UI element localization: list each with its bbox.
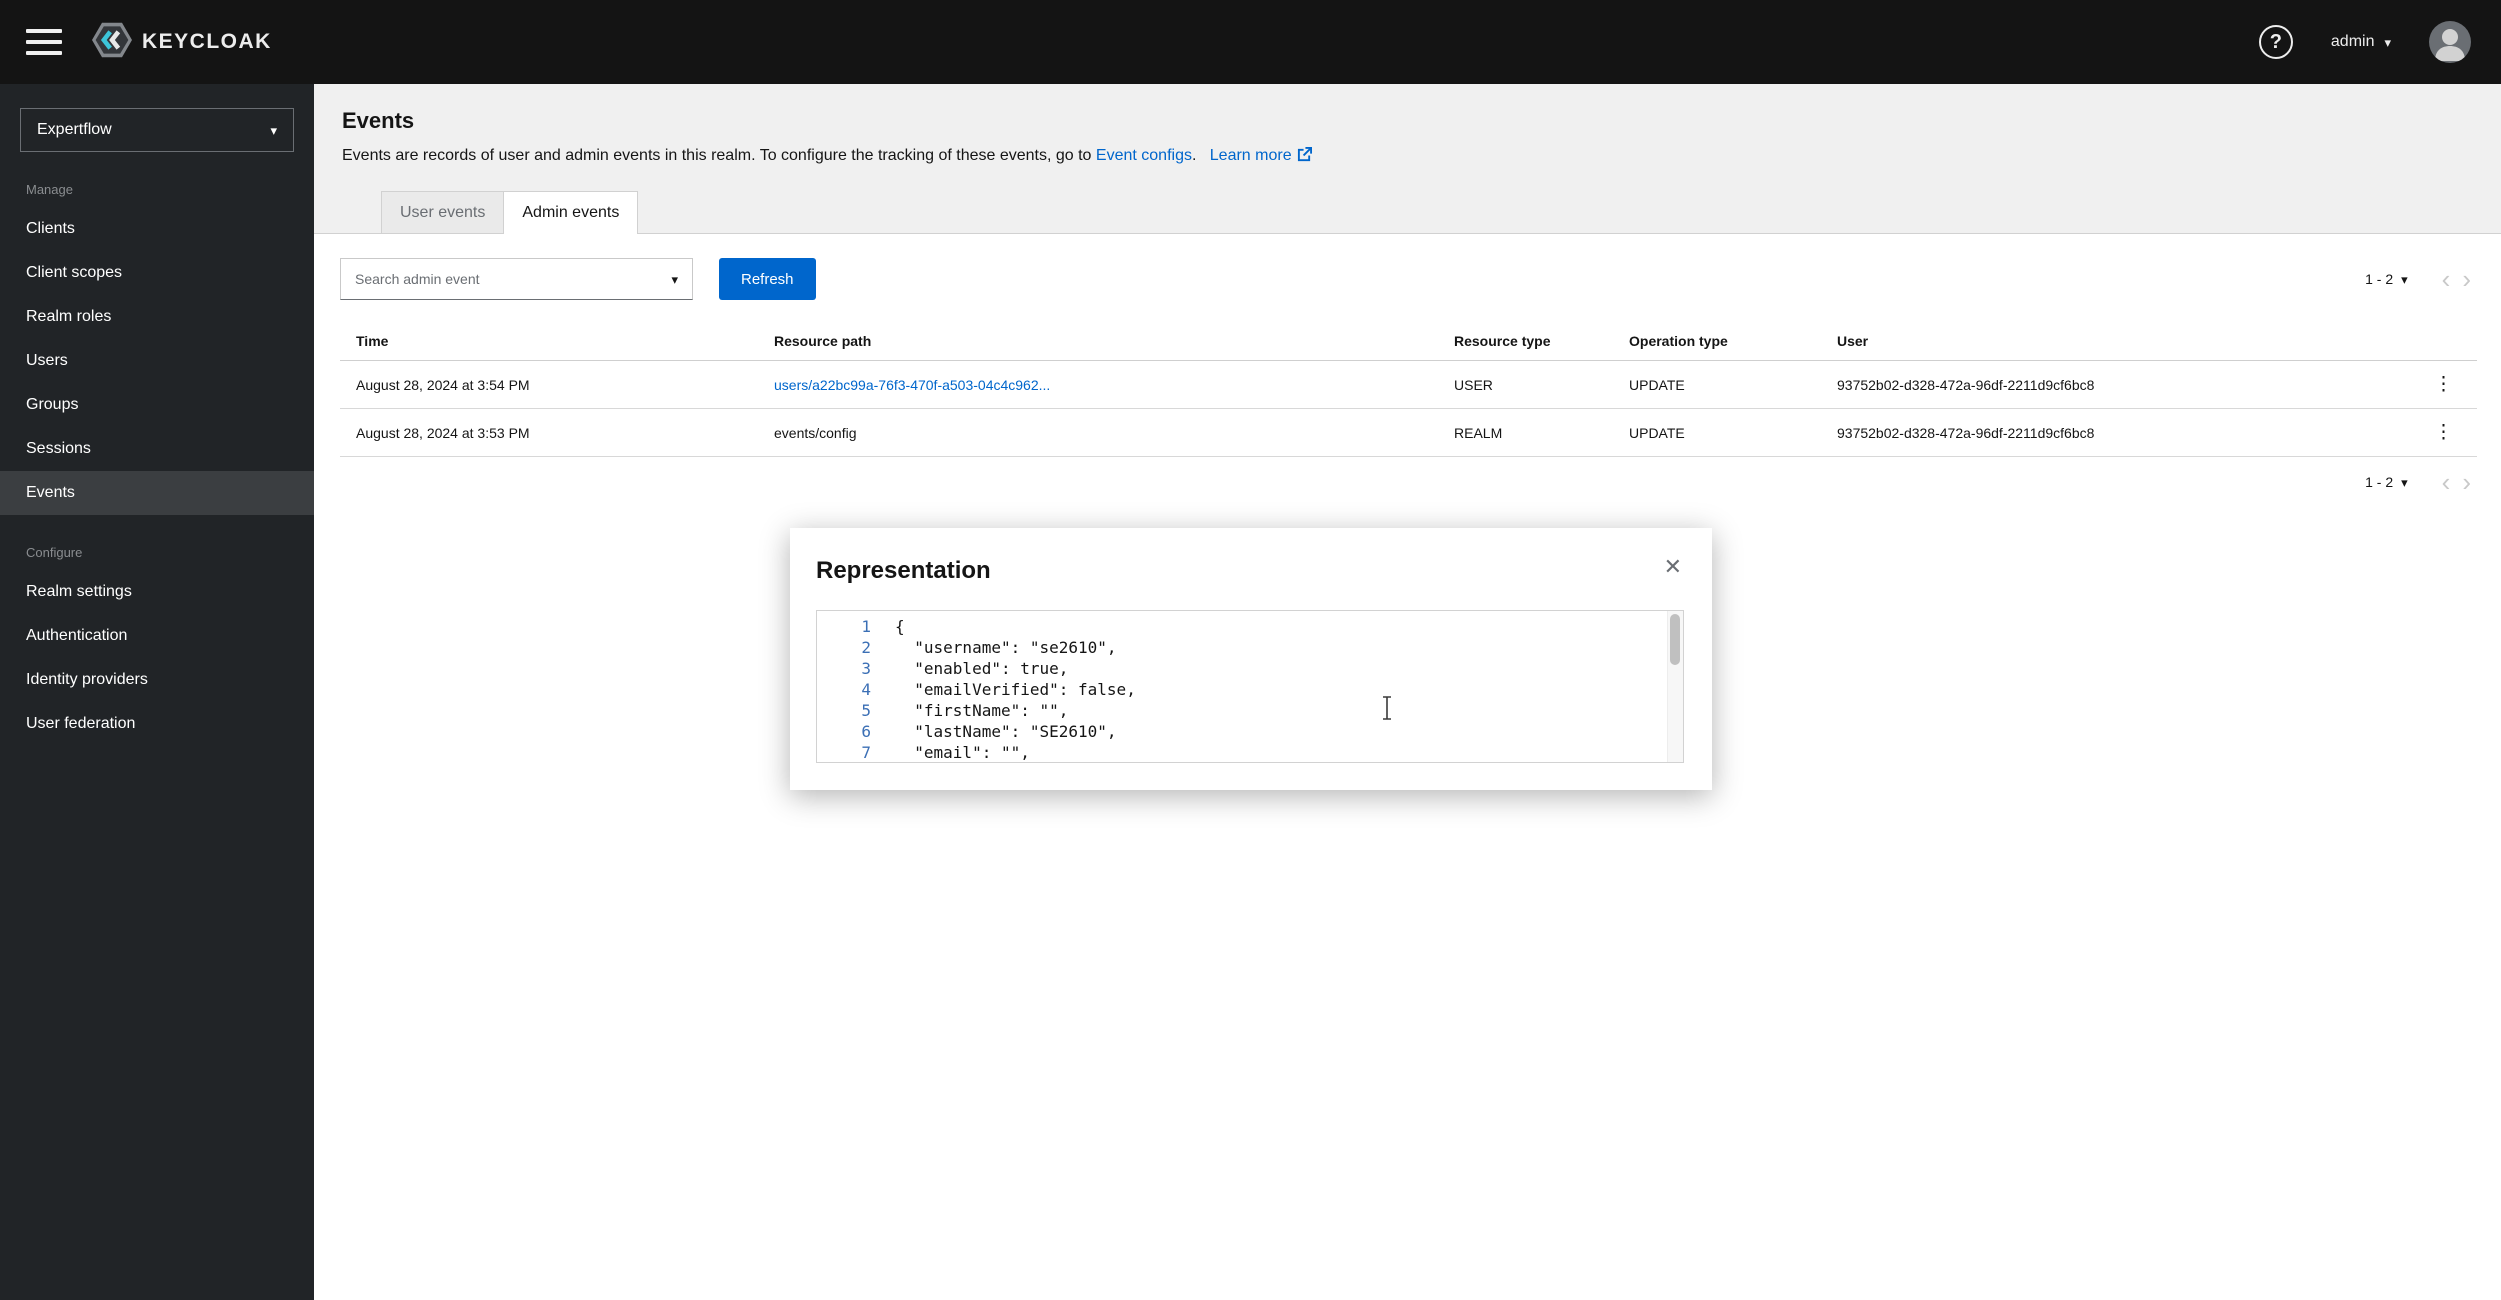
user-menu-dropdown[interactable]: admin ▾ bbox=[2331, 33, 2391, 51]
chevron-down-icon: ▾ bbox=[2384, 36, 2391, 49]
hamburger-menu-icon[interactable] bbox=[26, 29, 62, 55]
cell-user: 93752b02-d328-472a-96df-2211d9cf6bc8 bbox=[1821, 361, 2410, 409]
learn-more-link[interactable]: Learn more bbox=[1210, 147, 1312, 164]
code-line: 7 "email": "", bbox=[817, 742, 1683, 763]
sidebar-item-client-scopes[interactable]: Client scopes bbox=[0, 251, 314, 295]
resource-path-link[interactable]: users/a22bc99a-76f3-470f-a503-04c4c962..… bbox=[774, 377, 1050, 393]
editor-scrollbar-thumb[interactable] bbox=[1670, 614, 1680, 665]
chevron-down-icon: ▾ bbox=[2401, 476, 2408, 489]
modal-title: Representation bbox=[816, 556, 1684, 586]
cell-operation-type: UPDATE bbox=[1613, 361, 1821, 409]
pagination-range: 1 - 2 bbox=[2365, 271, 2393, 287]
username-label: admin bbox=[2331, 33, 2375, 51]
page-description: Events are records of user and admin eve… bbox=[314, 147, 2501, 167]
chevron-down-icon: ▾ bbox=[671, 273, 678, 286]
cell-resource-type: USER bbox=[1438, 361, 1613, 409]
col-header-resource-type: Resource type bbox=[1438, 320, 1613, 361]
nav-section-configure: Configure bbox=[0, 515, 314, 570]
pagination-range-dropdown[interactable]: 1 - 2 ▾ bbox=[2365, 271, 2408, 287]
page-title: Events bbox=[314, 108, 2501, 134]
code-line: 3 "enabled": true, bbox=[817, 658, 1683, 679]
tab-bar: User events Admin events bbox=[314, 191, 2501, 234]
sidebar-item-realm-roles[interactable]: Realm roles bbox=[0, 295, 314, 339]
sidebar-item-users[interactable]: Users bbox=[0, 339, 314, 383]
sidebar-item-user-federation[interactable]: User federation bbox=[0, 702, 314, 746]
sidebar-item-groups[interactable]: Groups bbox=[0, 383, 314, 427]
tab-user-events[interactable]: User events bbox=[381, 191, 504, 233]
pagination-range: 1 - 2 bbox=[2365, 474, 2393, 490]
cell-resource-path: users/a22bc99a-76f3-470f-a503-04c4c962..… bbox=[758, 361, 1438, 409]
description-suffix: . bbox=[1192, 147, 1196, 164]
col-header-resource-path: Resource path bbox=[758, 320, 1438, 361]
code-line: 6 "lastName": "SE2610", bbox=[817, 721, 1683, 742]
cell-operation-type: UPDATE bbox=[1613, 409, 1821, 457]
cell-time: August 28, 2024 at 3:54 PM bbox=[340, 361, 758, 409]
avatar[interactable] bbox=[2429, 21, 2471, 63]
admin-events-table: Time Resource path Resource type Operati… bbox=[340, 320, 2477, 457]
pagination-range-dropdown[interactable]: 1 - 2 ▾ bbox=[2365, 474, 2408, 490]
chevron-down-icon: ▾ bbox=[270, 124, 277, 137]
sidebar-item-identity-providers[interactable]: Identity providers bbox=[0, 658, 314, 702]
kebab-menu-icon[interactable]: ⋮ bbox=[2426, 421, 2461, 444]
sidebar-item-events[interactable]: Events bbox=[0, 471, 314, 515]
pagination-bottom: 1 - 2 ▾ ‹ › bbox=[340, 469, 2477, 495]
sidebar-nav: Expertflow ▾ Manage Clients Client scope… bbox=[0, 84, 314, 1300]
pagination-next-icon[interactable]: › bbox=[2456, 266, 2477, 292]
cell-user: 93752b02-d328-472a-96df-2211d9cf6bc8 bbox=[1821, 409, 2410, 457]
table-row: August 28, 2024 at 3:54 PM users/a22bc99… bbox=[340, 361, 2477, 409]
pagination-prev-icon[interactable]: ‹ bbox=[2436, 469, 2457, 495]
search-admin-event-dropdown[interactable]: Search admin event ▾ bbox=[340, 258, 693, 300]
col-header-time: Time bbox=[340, 320, 758, 361]
code-line: 2 "username": "se2610", bbox=[817, 637, 1683, 658]
representation-code-editor[interactable]: 1{ 2 "username": "se2610", 3 "enabled": … bbox=[816, 610, 1684, 763]
realm-name: Expertflow bbox=[37, 121, 112, 139]
cell-resource-path: events/config bbox=[758, 409, 1438, 457]
cell-time: August 28, 2024 at 3:53 PM bbox=[340, 409, 758, 457]
close-icon[interactable]: ✕ bbox=[1664, 554, 1682, 580]
refresh-button[interactable]: Refresh bbox=[719, 258, 816, 300]
brand-name: KEYCLOAK bbox=[142, 30, 272, 54]
table-header-row: Time Resource path Resource type Operati… bbox=[340, 320, 2477, 361]
col-header-actions bbox=[2410, 320, 2477, 361]
kebab-menu-icon[interactable]: ⋮ bbox=[2426, 373, 2461, 396]
chevron-down-icon: ▾ bbox=[2401, 273, 2408, 286]
search-placeholder: Search admin event bbox=[355, 271, 480, 287]
description-text: Events are records of user and admin eve… bbox=[342, 147, 1091, 164]
page-header: Events Events are records of user and ad… bbox=[314, 84, 2501, 234]
sidebar-item-authentication[interactable]: Authentication bbox=[0, 614, 314, 658]
code-line: 1{ bbox=[817, 616, 1683, 637]
masthead: KEYCLOAK ? admin ▾ bbox=[0, 0, 2501, 84]
col-header-user: User bbox=[1821, 320, 2410, 361]
keycloak-logo-icon bbox=[92, 22, 132, 63]
code-line: 5 "firstName": "", bbox=[817, 700, 1683, 721]
pagination-top: 1 - 2 ▾ ‹ › bbox=[2365, 266, 2477, 292]
col-header-operation-type: Operation type bbox=[1613, 320, 1821, 361]
keycloak-logo: KEYCLOAK bbox=[92, 22, 272, 63]
nav-section-manage: Manage bbox=[0, 152, 314, 207]
tab-admin-events[interactable]: Admin events bbox=[503, 191, 638, 234]
code-line: 4 "emailVerified": false, bbox=[817, 679, 1683, 700]
sidebar-item-sessions[interactable]: Sessions bbox=[0, 427, 314, 471]
pagination-next-icon[interactable]: › bbox=[2456, 469, 2477, 495]
external-link-icon bbox=[1297, 147, 1312, 167]
cell-resource-type: REALM bbox=[1438, 409, 1613, 457]
sidebar-item-realm-settings[interactable]: Realm settings bbox=[0, 570, 314, 614]
help-icon[interactable]: ? bbox=[2259, 25, 2293, 59]
table-row: August 28, 2024 at 3:53 PM events/config… bbox=[340, 409, 2477, 457]
representation-modal: Representation ✕ 1{ 2 "username": "se261… bbox=[790, 528, 1712, 790]
realm-selector-dropdown[interactable]: Expertflow ▾ bbox=[20, 108, 294, 152]
sidebar-item-clients[interactable]: Clients bbox=[0, 207, 314, 251]
pagination-prev-icon[interactable]: ‹ bbox=[2436, 266, 2457, 292]
events-toolbar: Search admin event ▾ Refresh 1 - 2 ▾ ‹ › bbox=[340, 258, 2477, 300]
event-configs-link[interactable]: Event configs bbox=[1096, 147, 1192, 164]
